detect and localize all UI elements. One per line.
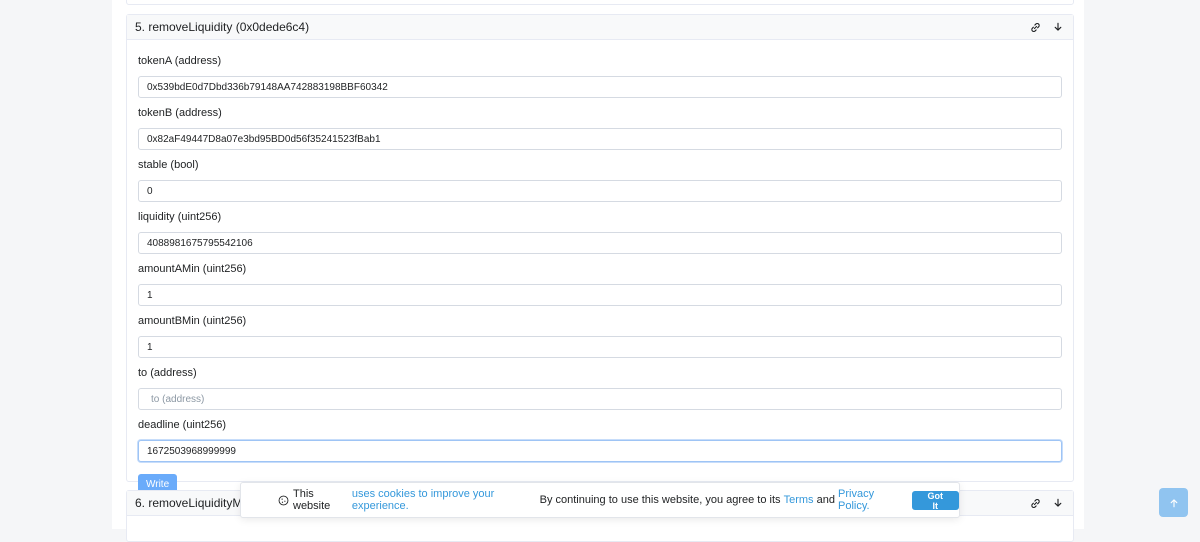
field-label: tokenB (address) xyxy=(138,107,222,119)
arrow-up-icon xyxy=(1170,498,1177,507)
function-header[interactable]: 5. removeLiquidity (0x0dede6c4) xyxy=(127,15,1073,40)
scroll-to-top-button[interactable] xyxy=(1159,488,1188,517)
liquidity-input[interactable] xyxy=(138,232,1062,254)
link-icon[interactable] xyxy=(1028,496,1042,510)
field-group-stable: stable (bool) xyxy=(138,158,1062,202)
tokenA-input[interactable] xyxy=(138,76,1062,98)
tokenB-input[interactable] xyxy=(138,128,1062,150)
previous-function-card xyxy=(126,0,1074,5)
arrow-down-icon[interactable] xyxy=(1051,496,1065,510)
field-group-deadline: deadline (uint256) xyxy=(138,418,1062,462)
field-group-tokenA: tokenA (address) xyxy=(138,54,1062,98)
cookie-icon xyxy=(278,495,289,506)
cookie-text: and xyxy=(813,494,839,506)
deadline-input[interactable] xyxy=(138,440,1062,462)
field-label: deadline (uint256) xyxy=(138,419,227,431)
cookie-policy-link[interactable]: uses cookies to improve your experience. xyxy=(352,488,537,512)
got-it-button[interactable]: Got It xyxy=(911,490,959,511)
function-title: 5. removeLiquidity (0x0dede6c4) xyxy=(135,20,310,34)
terms-link[interactable]: Terms xyxy=(784,494,814,506)
field-label: tokenA (address) xyxy=(138,55,222,67)
contract-write-panel: 5. removeLiquidity (0x0dede6c4) tokenA (… xyxy=(112,0,1084,542)
field-label: to (address) xyxy=(138,367,197,379)
field-label: amountBMin (uint256) xyxy=(138,315,247,327)
privacy-policy-link[interactable]: Privacy Policy. xyxy=(838,488,903,512)
arrow-down-icon[interactable] xyxy=(1051,20,1065,34)
to-address-input[interactable] xyxy=(138,388,1062,410)
field-group-amountBMin: amountBMin (uint256) xyxy=(138,314,1062,358)
cookie-text: This website xyxy=(293,488,331,512)
field-label: amountAMin (uint256) xyxy=(138,263,247,275)
cookie-banner: This website uses cookies to improve you… xyxy=(240,482,960,518)
field-group-tokenB: tokenB (address) xyxy=(138,106,1062,150)
cookie-text: By continuing to use this website, you a… xyxy=(536,494,784,506)
field-group-liquidity: liquidity (uint256) xyxy=(138,210,1062,254)
field-group-amountAMin: amountAMin (uint256) xyxy=(138,262,1062,306)
field-group-to: to (address) xyxy=(138,366,1062,410)
field-label: stable (bool) xyxy=(138,159,199,171)
field-label: liquidity (uint256) xyxy=(138,211,222,223)
amountAMin-input[interactable] xyxy=(138,284,1062,306)
function-card-removeLiquidity: 5. removeLiquidity (0x0dede6c4) tokenA (… xyxy=(126,14,1074,495)
link-icon[interactable] xyxy=(1028,20,1042,34)
stable-input[interactable] xyxy=(138,180,1062,202)
amountBMin-input[interactable] xyxy=(138,336,1062,358)
